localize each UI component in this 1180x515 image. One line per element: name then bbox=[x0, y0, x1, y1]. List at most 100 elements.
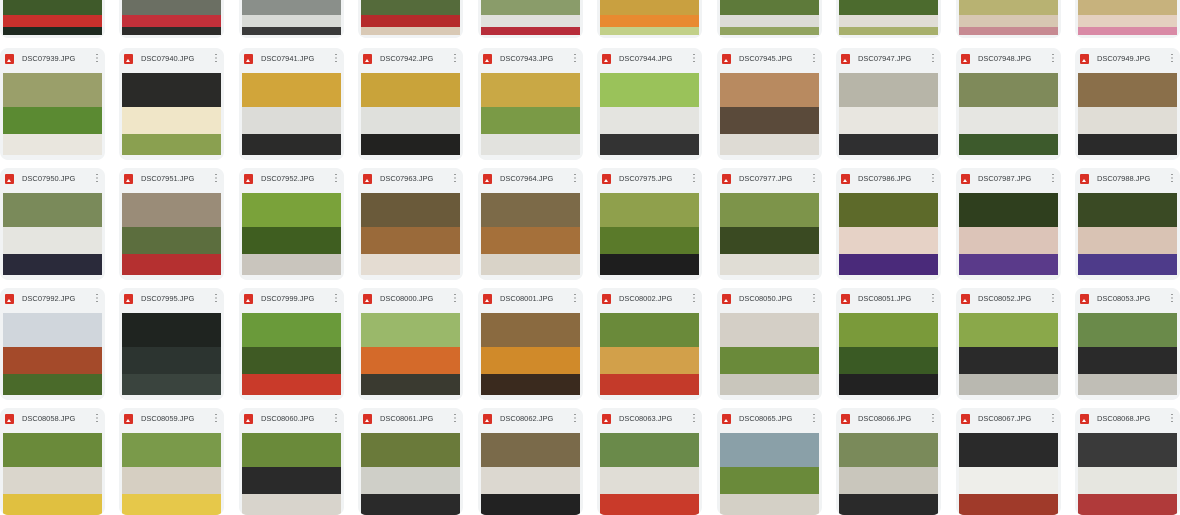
more-options-icon[interactable]: ⋮ bbox=[1048, 292, 1058, 306]
file-thumbnail[interactable] bbox=[122, 73, 221, 155]
file-name[interactable]: DSC08066.JPG bbox=[858, 414, 922, 424]
file-name[interactable]: DSC08068.JPG bbox=[1097, 414, 1161, 424]
file-tile[interactable]: DSC07947.JPG ⋮ bbox=[836, 48, 941, 160]
file-tile-partial[interactable] bbox=[717, 0, 822, 38]
file-thumbnail[interactable] bbox=[600, 193, 699, 275]
file-thumbnail[interactable] bbox=[481, 433, 580, 515]
file-tile[interactable]: DSC07975.JPG ⋮ bbox=[597, 168, 702, 280]
file-name[interactable]: DSC07942.JPG bbox=[380, 54, 444, 64]
file-name[interactable]: DSC07988.JPG bbox=[1097, 174, 1161, 184]
file-name[interactable]: DSC07952.JPG bbox=[261, 174, 325, 184]
file-name[interactable]: DSC07964.JPG bbox=[500, 174, 564, 184]
file-thumbnail[interactable] bbox=[361, 193, 460, 275]
file-thumbnail[interactable] bbox=[361, 0, 460, 35]
more-options-icon[interactable]: ⋮ bbox=[331, 172, 341, 186]
file-tile[interactable]: DSC07951.JPG ⋮ bbox=[119, 168, 224, 280]
more-options-icon[interactable]: ⋮ bbox=[92, 292, 102, 306]
file-tile[interactable]: DSC08053.JPG ⋮ bbox=[1075, 288, 1180, 400]
file-name[interactable]: DSC08052.JPG bbox=[978, 294, 1042, 304]
file-name[interactable]: DSC07947.JPG bbox=[858, 54, 922, 64]
file-name[interactable]: DSC07944.JPG bbox=[619, 54, 683, 64]
file-name[interactable]: DSC08065.JPG bbox=[739, 414, 803, 424]
file-tile[interactable]: DSC08063.JPG ⋮ bbox=[597, 408, 702, 515]
file-thumbnail[interactable] bbox=[481, 73, 580, 155]
file-tile[interactable]: DSC07940.JPG ⋮ bbox=[119, 48, 224, 160]
more-options-icon[interactable]: ⋮ bbox=[92, 172, 102, 186]
file-thumbnail[interactable] bbox=[481, 193, 580, 275]
file-name[interactable]: DSC08058.JPG bbox=[22, 414, 86, 424]
more-options-icon[interactable]: ⋮ bbox=[928, 292, 938, 306]
file-name[interactable]: DSC08062.JPG bbox=[500, 414, 564, 424]
file-name[interactable]: DSC08061.JPG bbox=[380, 414, 444, 424]
more-options-icon[interactable]: ⋮ bbox=[211, 52, 221, 66]
file-thumbnail[interactable] bbox=[720, 433, 819, 515]
file-tile[interactable]: DSC07995.JPG ⋮ bbox=[119, 288, 224, 400]
file-tile-partial[interactable] bbox=[1075, 0, 1180, 38]
more-options-icon[interactable]: ⋮ bbox=[331, 52, 341, 66]
file-tile[interactable]: DSC08002.JPG ⋮ bbox=[597, 288, 702, 400]
file-thumbnail[interactable] bbox=[839, 433, 938, 515]
file-tile[interactable]: DSC07950.JPG ⋮ bbox=[0, 168, 105, 280]
file-thumbnail[interactable] bbox=[3, 193, 102, 275]
file-thumbnail[interactable] bbox=[242, 313, 341, 395]
file-thumbnail[interactable] bbox=[3, 313, 102, 395]
file-thumbnail[interactable] bbox=[3, 73, 102, 155]
more-options-icon[interactable]: ⋮ bbox=[331, 412, 341, 426]
file-tile[interactable]: DSC08062.JPG ⋮ bbox=[478, 408, 583, 515]
file-tile[interactable]: DSC07986.JPG ⋮ bbox=[836, 168, 941, 280]
file-thumbnail[interactable] bbox=[1078, 0, 1177, 35]
file-name[interactable]: DSC07948.JPG bbox=[978, 54, 1042, 64]
more-options-icon[interactable]: ⋮ bbox=[1167, 292, 1177, 306]
file-tile[interactable]: DSC07992.JPG ⋮ bbox=[0, 288, 105, 400]
file-thumbnail[interactable] bbox=[481, 313, 580, 395]
more-options-icon[interactable]: ⋮ bbox=[211, 292, 221, 306]
file-name[interactable]: DSC07940.JPG bbox=[141, 54, 205, 64]
file-name[interactable]: DSC08001.JPG bbox=[500, 294, 564, 304]
more-options-icon[interactable]: ⋮ bbox=[928, 412, 938, 426]
file-tile[interactable]: DSC07945.JPG ⋮ bbox=[717, 48, 822, 160]
file-name[interactable]: DSC08051.JPG bbox=[858, 294, 922, 304]
file-thumbnail[interactable] bbox=[242, 193, 341, 275]
more-options-icon[interactable]: ⋮ bbox=[450, 52, 460, 66]
file-thumbnail[interactable] bbox=[481, 0, 580, 35]
file-thumbnail[interactable] bbox=[959, 433, 1058, 515]
file-thumbnail[interactable] bbox=[242, 433, 341, 515]
file-tile[interactable]: DSC07944.JPG ⋮ bbox=[597, 48, 702, 160]
more-options-icon[interactable]: ⋮ bbox=[450, 292, 460, 306]
file-thumbnail[interactable] bbox=[122, 0, 221, 35]
file-name[interactable]: DSC08050.JPG bbox=[739, 294, 803, 304]
file-thumbnail[interactable] bbox=[839, 0, 938, 35]
more-options-icon[interactable]: ⋮ bbox=[809, 172, 819, 186]
more-options-icon[interactable]: ⋮ bbox=[1167, 172, 1177, 186]
file-tile-partial[interactable] bbox=[836, 0, 941, 38]
file-tile[interactable]: DSC07988.JPG ⋮ bbox=[1075, 168, 1180, 280]
more-options-icon[interactable]: ⋮ bbox=[689, 412, 699, 426]
file-name[interactable]: DSC07995.JPG bbox=[141, 294, 205, 304]
file-tile[interactable]: DSC07952.JPG ⋮ bbox=[239, 168, 344, 280]
file-tile[interactable]: DSC07999.JPG ⋮ bbox=[239, 288, 344, 400]
file-thumbnail[interactable] bbox=[361, 313, 460, 395]
file-name[interactable]: DSC07949.JPG bbox=[1097, 54, 1161, 64]
file-thumbnail[interactable] bbox=[720, 313, 819, 395]
file-tile-partial[interactable] bbox=[358, 0, 463, 38]
more-options-icon[interactable]: ⋮ bbox=[1048, 412, 1058, 426]
file-tile[interactable]: DSC07977.JPG ⋮ bbox=[717, 168, 822, 280]
more-options-icon[interactable]: ⋮ bbox=[1167, 412, 1177, 426]
file-tile[interactable]: DSC08058.JPG ⋮ bbox=[0, 408, 105, 515]
file-name[interactable]: DSC07951.JPG bbox=[141, 174, 205, 184]
more-options-icon[interactable]: ⋮ bbox=[928, 52, 938, 66]
file-tile[interactable]: DSC08052.JPG ⋮ bbox=[956, 288, 1061, 400]
file-name[interactable]: DSC07987.JPG bbox=[978, 174, 1042, 184]
more-options-icon[interactable]: ⋮ bbox=[211, 412, 221, 426]
more-options-icon[interactable]: ⋮ bbox=[809, 292, 819, 306]
file-name[interactable]: DSC07939.JPG bbox=[22, 54, 86, 64]
file-thumbnail[interactable] bbox=[1078, 313, 1177, 395]
file-tile[interactable]: DSC07963.JPG ⋮ bbox=[358, 168, 463, 280]
file-name[interactable]: DSC07999.JPG bbox=[261, 294, 325, 304]
file-name[interactable]: DSC07986.JPG bbox=[858, 174, 922, 184]
file-thumbnail[interactable] bbox=[600, 433, 699, 515]
more-options-icon[interactable]: ⋮ bbox=[570, 172, 580, 186]
file-thumbnail[interactable] bbox=[959, 193, 1058, 275]
more-options-icon[interactable]: ⋮ bbox=[570, 52, 580, 66]
file-name[interactable]: DSC08059.JPG bbox=[141, 414, 205, 424]
